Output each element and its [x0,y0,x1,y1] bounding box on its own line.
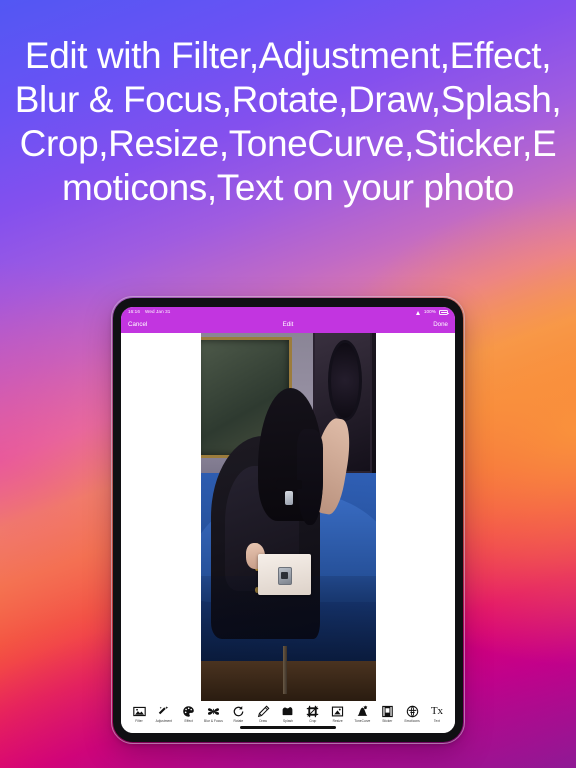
tool-splash[interactable]: Splash [276,705,300,723]
rotate-icon [232,705,245,718]
tool-draw[interactable]: Draw [251,705,275,723]
tool-sticker[interactable]: Sticker [375,705,399,723]
tool-crop[interactable]: Crop [301,705,325,723]
tool-rotate[interactable]: Rotate [226,705,250,723]
home-indicator[interactable] [121,723,455,733]
photo-sofa-leg [282,646,287,695]
palette-icon [182,705,195,718]
tool-blur-focus[interactable]: Blur & Focus [201,705,225,723]
resize-icon [331,705,344,718]
tonecurve-icon [356,705,369,718]
emoticon-icon [406,705,419,718]
photo-canvas[interactable] [121,333,455,702]
photo-figure-hair-strand [296,428,323,525]
status-date: Wed Jan 31 [145,309,171,315]
butterfly-icon [207,705,220,718]
battery-percent: 100% [423,309,436,315]
tool-tonecurve[interactable]: ToneCurve [350,705,374,723]
edited-photo[interactable] [200,333,376,702]
magic-wand-icon [157,705,170,718]
status-bar-right: 100% [415,309,449,315]
photo-floor [200,660,376,702]
tool-text[interactable]: Tx Text [425,705,449,723]
done-button[interactable]: Done [433,322,448,328]
tool-emoticons[interactable]: Emoticons [400,705,424,723]
nav-title: Edit [282,321,294,329]
status-bar-left: 16:16 Wed Jan 31 [128,310,170,315]
tool-effect[interactable]: Effect [177,705,201,723]
wifi-icon [415,310,421,315]
page-title: Edit with Filter,Adjustment,Effect,Blur … [14,35,562,208]
cancel-button[interactable]: Cancel [128,322,147,328]
photo-icon [132,705,146,718]
photo-choker [275,480,302,490]
tablet-screen: 16:16 Wed Jan 31 100% Cancel Edit Done F… [121,307,455,733]
navigation-bar: Cancel Edit Done [121,318,455,333]
photo-pendant [284,491,294,505]
tool-resize[interactable]: Resize [326,705,350,723]
text-icon: Tx [430,705,444,718]
splash-icon [281,705,294,718]
tool-adjustment[interactable]: Adjustment [152,705,176,723]
tool-filter[interactable]: Filter [127,705,151,723]
status-time: 16:16 [128,309,140,315]
photo-handbag-clasp [277,566,292,585]
crop-icon [306,705,319,718]
tablet-device: 16:16 Wed Jan 31 100% Cancel Edit Done F… [111,296,465,744]
pencil-icon [257,705,270,718]
status-bar: 16:16 Wed Jan 31 100% [121,307,455,318]
editor-toolbar: Filter Adjustment Effect Blur & Focus Ro… [121,701,455,724]
battery-icon [439,310,449,315]
sticker-icon [381,705,394,718]
photo-oval-mirror [328,340,362,422]
